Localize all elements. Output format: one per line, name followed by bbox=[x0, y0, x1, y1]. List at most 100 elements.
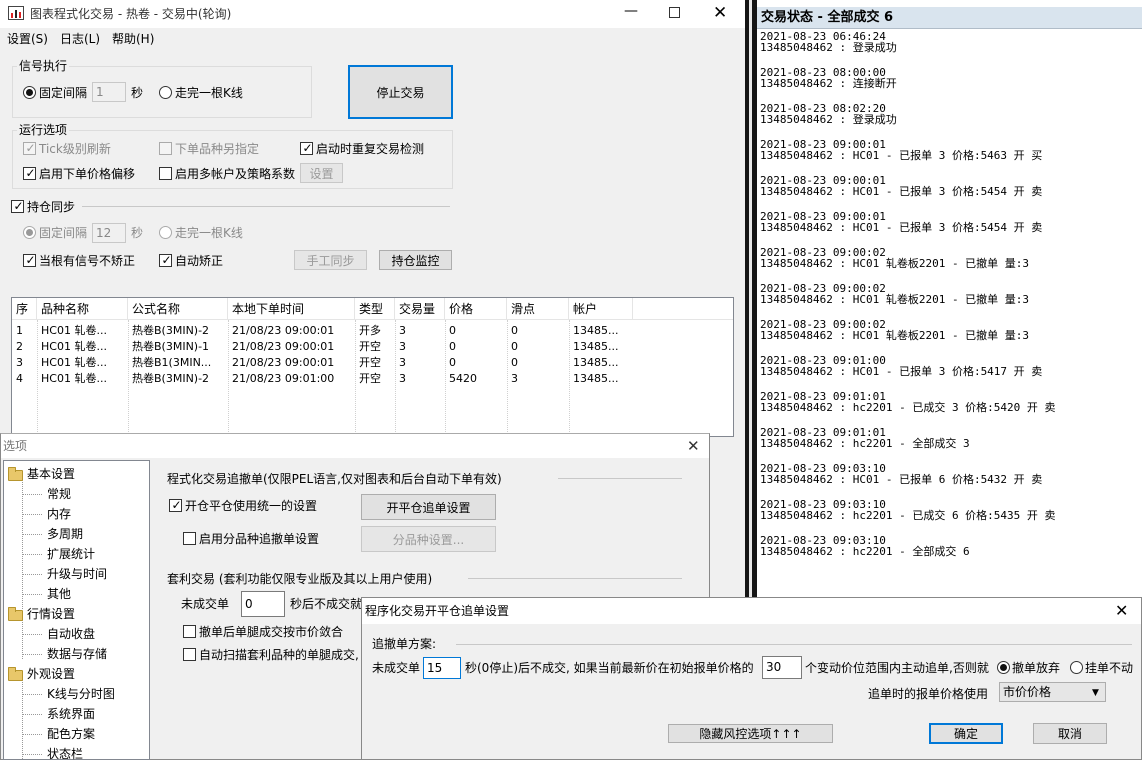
tree-item[interactable]: 其他 bbox=[4, 585, 149, 603]
price-offset-label: 启用下单价格偏移 bbox=[39, 167, 136, 181]
cell-slippage: 0 bbox=[511, 324, 518, 337]
signal-interval-input[interactable]: 1 bbox=[92, 82, 126, 102]
table-row[interactable]: 3 HC01 轧卷... 热卷B1(3MIN... 21/08/23 09:00:01… bbox=[12, 355, 733, 371]
startup-check-checkbox[interactable]: ✓ bbox=[300, 141, 313, 155]
close-icon[interactable]: ✕ bbox=[713, 3, 727, 23]
chase-price-label: 追单时的报单价格使用 bbox=[868, 687, 989, 701]
menu-settings[interactable]: 设置(S) bbox=[7, 31, 48, 47]
no-correct-checkbox[interactable]: ✓ bbox=[23, 253, 36, 267]
cell-type: 开多 bbox=[359, 324, 381, 337]
hide-risk-options-button[interactable]: 隐藏风控选项↑↑↑ bbox=[668, 724, 833, 743]
tree-folder[interactable]: 基本设置 bbox=[4, 465, 149, 483]
col-header-type[interactable]: 类型 bbox=[355, 298, 395, 320]
multi-account-checkbox[interactable] bbox=[159, 167, 172, 180]
cell-slippage: 0 bbox=[511, 340, 518, 353]
cancel-abandon-radio[interactable] bbox=[997, 661, 1010, 674]
table-row[interactable]: 4 HC01 轧卷... 热卷B(3MIN)-2 21/08/23 09:01:00 开… bbox=[12, 371, 733, 387]
chase-unfilled-label: 未成交单 bbox=[372, 661, 421, 675]
tree-item[interactable]: 自动收盘 bbox=[4, 625, 149, 643]
col-header-price[interactable]: 价格 bbox=[445, 298, 507, 320]
chase-price-value: 市价价格 bbox=[1003, 685, 1052, 699]
cell-formula: 热卷B(3MIN)-2 bbox=[132, 372, 210, 385]
col-header-volume[interactable]: 交易量 bbox=[395, 298, 445, 320]
signal-one-bar-radio[interactable] bbox=[159, 86, 172, 99]
multi-account-settings-button[interactable]: 设置 bbox=[300, 163, 343, 183]
sync-seconds-label: 秒 bbox=[131, 226, 144, 240]
manual-sync-button[interactable]: 手工同步 bbox=[294, 250, 367, 270]
chase-seconds-input[interactable]: 15 bbox=[423, 657, 461, 679]
tree-item-label: 状态栏 bbox=[47, 747, 84, 760]
col-header-account[interactable]: 帐户 bbox=[569, 298, 633, 320]
cell-slippage: 3 bbox=[511, 372, 518, 385]
chase-ticks-input[interactable]: 30 bbox=[762, 656, 802, 679]
sync-fixed-interval-radio[interactable] bbox=[23, 226, 36, 239]
tree-item-label: K线与分时图 bbox=[47, 687, 115, 701]
col-header-seq[interactable]: 序 bbox=[12, 298, 37, 320]
cancel-leg-checkbox[interactable] bbox=[183, 625, 196, 638]
arb-unfilled-label: 未成交单 bbox=[181, 597, 230, 611]
cell-time: 21/08/23 09:00:01 bbox=[232, 324, 335, 337]
chase-settings-dialog: 程序化交易开平仓追单设置 ✕ 追撤单方案: 未成交单 15 秒(0停止)后不成交… bbox=[361, 597, 1142, 760]
tree-item-label: 行情设置 bbox=[27, 607, 76, 621]
price-offset-checkbox[interactable]: ✓ bbox=[23, 166, 36, 180]
menu-log[interactable]: 日志(L) bbox=[60, 31, 100, 47]
chase-section-title: 程式化交易追撤单(仅限PEL语言,仅对图表和后台自动下单有效) bbox=[167, 472, 502, 486]
minimize-icon[interactable]: — bbox=[624, 3, 638, 19]
tree-item[interactable]: 扩展统计 bbox=[4, 545, 149, 563]
chevron-down-icon: ▼ bbox=[1092, 688, 1099, 698]
cell-variety: HC01 轧卷... bbox=[41, 324, 107, 337]
cell-volume: 3 bbox=[399, 340, 406, 353]
cell-variety: HC01 轧卷... bbox=[41, 356, 107, 369]
position-monitor-button[interactable]: 持仓监控 bbox=[379, 250, 452, 270]
tree-folder[interactable]: 行情设置 bbox=[4, 605, 149, 623]
chase-cancel-button[interactable]: 取消 bbox=[1033, 723, 1107, 744]
open-close-chase-settings-button[interactable]: 开平仓追单设置 bbox=[361, 494, 496, 520]
options-close-icon[interactable]: ✕ bbox=[687, 436, 700, 456]
tree-item[interactable]: 多周期 bbox=[4, 525, 149, 543]
no-correct-label: 当根有信号不矫正 bbox=[39, 254, 136, 268]
cell-price: 0 bbox=[449, 324, 456, 337]
order-variety-label: 下单品种另指定 bbox=[175, 142, 260, 156]
chase-ok-button[interactable]: 确定 bbox=[929, 723, 1003, 744]
tree-item[interactable]: 状态栏 bbox=[4, 745, 149, 760]
main-title-bar: 图表程式化交易 - 热卷 - 交易中(轮询) — ✕ bbox=[0, 0, 745, 28]
sync-one-bar-radio[interactable] bbox=[159, 226, 172, 239]
table-row[interactable]: 1 HC01 轧卷... 热卷B(3MIN)-2 21/08/23 09:00:01 开… bbox=[12, 323, 733, 339]
tree-item-label: 自动收盘 bbox=[47, 627, 96, 641]
per-variety-checkbox[interactable] bbox=[183, 532, 196, 545]
orders-table: 序 品种名称 公式名称 本地下单时间 类型 交易量 价格 滑点 帐户 1 HC01… bbox=[11, 297, 734, 437]
col-header-time[interactable]: 本地下单时间 bbox=[228, 298, 355, 320]
arb-unfilled-input[interactable]: 0 bbox=[241, 591, 285, 617]
tree-folder[interactable]: 外观设置 bbox=[4, 665, 149, 683]
unified-settings-checkbox[interactable]: ✓ bbox=[169, 498, 182, 512]
tree-item[interactable]: 系统界面 bbox=[4, 705, 149, 723]
auto-correct-label: 自动矫正 bbox=[175, 254, 224, 268]
stop-trading-button[interactable]: 停止交易 bbox=[348, 65, 453, 119]
run-options-title: 运行选项 bbox=[17, 123, 70, 137]
table-row[interactable]: 2 HC01 轧卷... 热卷B(3MIN)-1 21/08/23 09:00:01 开… bbox=[12, 339, 733, 355]
menu-help[interactable]: 帮助(H) bbox=[112, 31, 154, 47]
tree-item[interactable]: 常规 bbox=[4, 485, 149, 503]
maximize-icon[interactable] bbox=[669, 7, 680, 18]
chase-price-select[interactable]: 市价价格 ▼ bbox=[999, 682, 1106, 702]
auto-scan-checkbox[interactable] bbox=[183, 648, 196, 661]
tick-refresh-checkbox[interactable]: ✓ bbox=[23, 141, 36, 155]
order-variety-checkbox[interactable] bbox=[159, 142, 172, 155]
auto-correct-checkbox[interactable]: ✓ bbox=[159, 253, 172, 267]
tree-item-label: 其他 bbox=[47, 587, 72, 601]
tree-item[interactable]: K线与分时图 bbox=[4, 685, 149, 703]
per-variety-settings-button[interactable]: 分品种设置... bbox=[361, 526, 496, 552]
signal-fixed-interval-radio[interactable] bbox=[23, 86, 36, 99]
tree-item[interactable]: 配色方案 bbox=[4, 725, 149, 743]
sync-interval-input[interactable]: 12 bbox=[92, 223, 126, 243]
col-header-slippage[interactable]: 滑点 bbox=[507, 298, 569, 320]
position-sync-checkbox[interactable]: ✓ bbox=[11, 199, 24, 213]
tree-item[interactable]: 内存 bbox=[4, 505, 149, 523]
col-header-formula[interactable]: 公式名称 bbox=[128, 298, 228, 320]
col-header-variety[interactable]: 品种名称 bbox=[37, 298, 128, 320]
hang-order-radio[interactable] bbox=[1070, 661, 1083, 674]
tree-item[interactable]: 升级与时间 bbox=[4, 565, 149, 583]
log-entry-message: 13485048462 : 登录成功 bbox=[760, 41, 897, 54]
chase-close-icon[interactable]: ✕ bbox=[1115, 601, 1128, 621]
tree-item[interactable]: 数据与存储 bbox=[4, 645, 149, 663]
